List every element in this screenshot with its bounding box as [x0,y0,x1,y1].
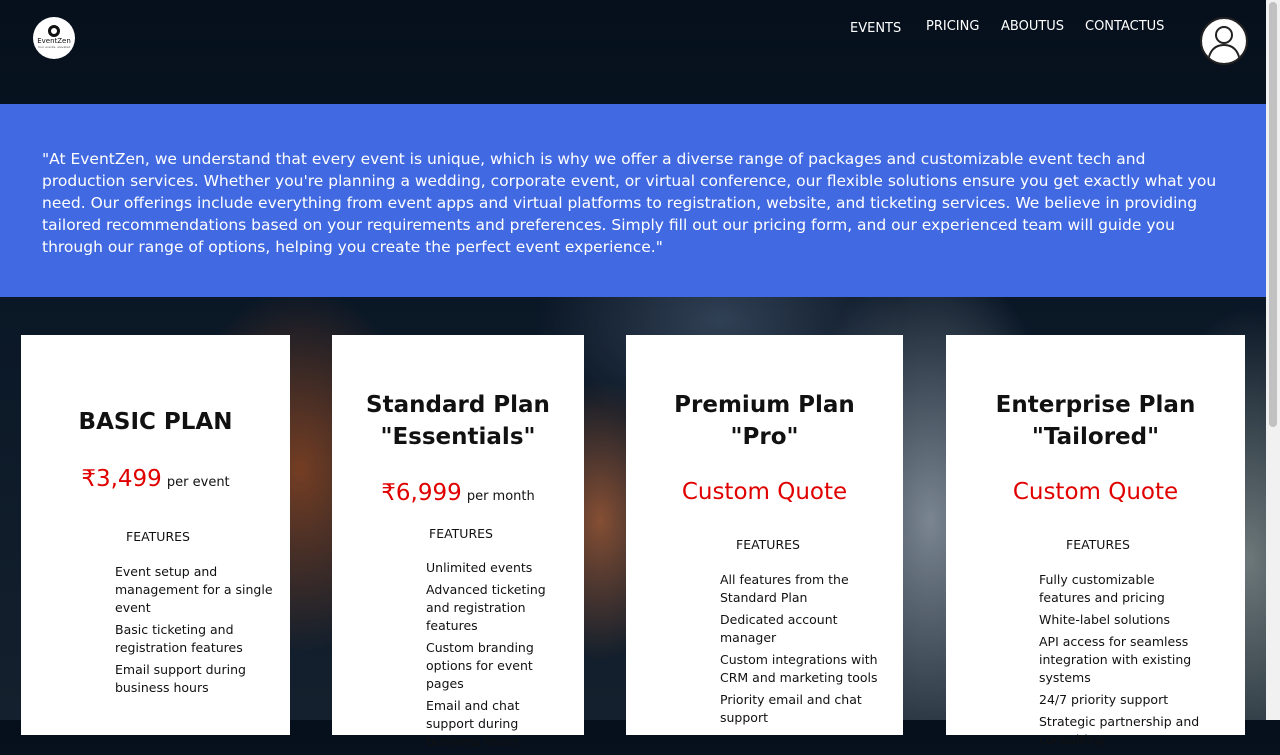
features-heading: FEATURES [429,526,493,541]
plan-title-line2: "Pro" [730,424,799,450]
feature-list: All features from the Standard Plan Dedi… [720,571,880,731]
plan-title: BASIC PLAN [78,409,233,435]
logo-mark-icon [48,25,60,37]
scrollbar-thumb[interactable] [1269,2,1277,427]
plan-price: ₹6,999 [381,480,462,506]
top-navbar: EventZen Your events, elevated EVENTS PR… [0,0,1266,104]
list-item: All features from the Standard Plan [720,572,849,605]
list-item: Custom branding options for event pages [426,640,534,691]
plan-price-period: per month [466,489,535,504]
intro-paragraph: "At EventZen, we understand that every e… [42,150,1217,256]
plan-price-line: ₹6,999 per month [332,480,584,506]
plan-card-premium: Premium Plan "Pro" Custom Quote FEATURES… [626,335,903,735]
feature-list: Event setup and management for a single … [115,563,275,701]
plan-price-line: Custom Quote [946,479,1245,505]
list-item: Unlimited events [426,560,533,575]
plan-title-line1: Enterprise Plan [995,392,1196,418]
nav-contactus-link[interactable]: CONTACTUS [1085,19,1164,34]
list-item: Event setup and management for a single … [115,564,273,615]
list-item: 24/7 priority support [1039,692,1169,707]
list-item: Advanced ticketing and registration feat… [426,582,546,633]
list-item: Custom integrations with CRM and marketi… [720,652,878,685]
plan-price-line: Custom Quote [626,479,903,505]
plan-price: Custom Quote [681,479,848,505]
list-item: White-label solutions [1039,612,1171,627]
plan-price-period: per event [166,475,230,490]
feature-list: Unlimited events Advanced ticketing and … [426,559,551,755]
list-item: Basic ticketing and registration feature… [115,622,243,655]
plan-card-basic: BASIC PLAN ₹3,499 per event FEATURES Eve… [21,335,290,735]
plan-price: ₹3,499 [81,466,162,492]
nav-aboutus-link[interactable]: ABOUTUS [1001,19,1064,34]
plan-title-line1: Standard Plan [366,392,550,418]
plan-title-line2: "Tailored" [1031,424,1160,450]
list-item: Email and chat support during business h… [426,698,520,749]
plan-price-line: ₹3,499 per event [21,466,290,492]
list-item: Fully customizable features and pricing [1039,572,1165,605]
logo-brand-name: EventZen [37,37,71,45]
plan-card-standard: Standard Plan "Essentials" ₹6,999 per mo… [332,335,584,749]
nav-pricing-link[interactable]: PRICING [926,19,979,34]
intro-banner: "At EventZen, we understand that every e… [0,104,1266,297]
features-heading: FEATURES [126,529,190,544]
page-scrollbar[interactable] [1266,0,1280,720]
plan-card-enterprise: Enterprise Plan "Tailored" Custom Quote … [946,335,1245,747]
user-avatar-button[interactable] [1200,17,1248,65]
logo-tagline: Your events, elevated [37,45,71,49]
list-item: Priority email and chat support [720,692,862,725]
features-heading: FEATURES [1066,537,1130,552]
list-item: Strategic partnership and consulting [1039,714,1200,747]
plan-title-line1: Premium Plan [674,392,855,418]
list-item: API access for seamless integration with… [1039,634,1192,685]
plan-title-line2: "Essentials" [380,424,536,450]
list-item: Email support during business hours [115,662,246,695]
nav-events-link[interactable]: EVENTS [850,21,901,36]
feature-list: Fully customizable features and pricing … [1039,571,1209,753]
list-item: Dedicated account manager [720,612,838,645]
user-avatar-icon [1207,26,1241,62]
plan-price: Custom Quote [1012,479,1179,505]
features-heading: FEATURES [736,537,800,552]
eventzen-logo[interactable]: EventZen Your events, elevated [33,17,75,59]
